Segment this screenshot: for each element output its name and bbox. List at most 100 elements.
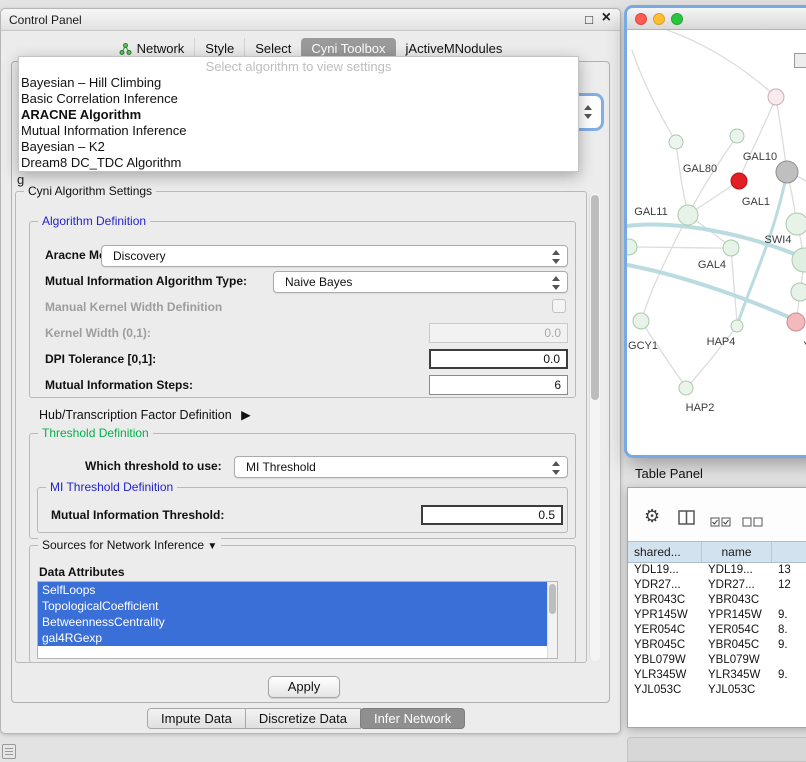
table-row[interactable]: YBL079WYBL079W [628, 653, 806, 668]
data-attribute-item[interactable]: BetweennessCentrality [38, 614, 557, 630]
algorithm-option[interactable]: Bayesian – K2 [19, 139, 578, 155]
hub-definition-toggle[interactable]: Hub/Transcription Factor Definition ▶ [39, 407, 251, 422]
data-attribute-item[interactable]: TopologicalCoefficient [38, 598, 557, 614]
network-window-titlebar[interactable] [627, 8, 806, 30]
table-row[interactable]: YJL053CYJL053C [628, 683, 806, 698]
network-node[interactable] [669, 135, 683, 149]
table-cell [772, 683, 806, 698]
algorithm-option[interactable]: Mutual Information Inference [19, 123, 578, 139]
float-window-icon[interactable]: □ [585, 12, 593, 27]
column-header[interactable]: name [702, 542, 772, 562]
table-cell: YBR045C [702, 638, 772, 653]
aracne-mode-combobox[interactable]: Discovery [101, 245, 568, 267]
table-panel-window: ⚙ shared...name YDL19...YDL19...13YDR27.… [627, 487, 806, 728]
network-node[interactable] [786, 213, 806, 235]
data-attribute-item[interactable]: gal4RGexp [38, 630, 557, 646]
table-cell: YDR27... [702, 578, 772, 593]
table-row[interactable]: YLR345WYLR345W9. [628, 668, 806, 683]
minimize-traffic-light[interactable] [653, 13, 665, 25]
network-node-label: HAP2 [686, 402, 715, 414]
network-node[interactable] [791, 283, 806, 301]
network-view-window: GAL80GAL10GAL11GAL1SWI4GAL4GCY1HAP4HAP2Y [627, 8, 806, 455]
table-cell: YPR145W [628, 608, 702, 623]
algorithm-option[interactable]: Basic Correlation Inference [19, 91, 578, 107]
network-edge[interactable] [641, 321, 683, 383]
network-edge[interactable] [629, 247, 723, 248]
algorithm-option[interactable]: Bayesian – Hill Climbing [19, 75, 578, 91]
combo-arrows-icon [552, 461, 560, 475]
show-columns-icon[interactable] [678, 510, 695, 530]
data-attribute-item[interactable]: SelfLoops [38, 582, 557, 598]
which-threshold-combobox[interactable]: MI Threshold [234, 456, 568, 478]
kernel-width-field[interactable]: 0.0 [429, 323, 568, 343]
algorithm-option[interactable]: Dream8 DC_TDC Algorithm [19, 155, 578, 171]
network-edge[interactable] [643, 215, 688, 316]
network-edge[interactable] [632, 50, 676, 142]
network-node[interactable] [633, 313, 649, 329]
network-canvas-area[interactable]: GAL80GAL10GAL11GAL1SWI4GAL4GCY1HAP4HAP2Y [627, 30, 806, 455]
mi-algorithm-type-label: Mutual Information Algorithm Type: [45, 274, 247, 288]
network-edge[interactable] [690, 326, 737, 384]
tab-impute-data[interactable]: Impute Data [147, 708, 246, 729]
network-node[interactable] [678, 205, 698, 225]
network-node[interactable] [627, 239, 637, 255]
network-node[interactable] [792, 248, 806, 272]
minimized-panel-icon[interactable] [2, 744, 16, 759]
table-toolbar: ⚙ [628, 488, 806, 540]
table-cell: YJL053C [702, 683, 772, 698]
network-node[interactable] [776, 161, 798, 183]
network-canvas[interactable]: GAL80GAL10GAL11GAL1SWI4GAL4GCY1HAP4HAP2Y [627, 30, 806, 455]
scrollbar-thumb[interactable] [549, 584, 556, 614]
column-header[interactable] [772, 542, 806, 562]
network-node[interactable] [679, 381, 693, 395]
network-node-label: GCY1 [628, 340, 658, 352]
group-title: MI Threshold Definition [46, 480, 177, 494]
dpi-tolerance-field[interactable]: 0.0 [429, 349, 568, 369]
table-row[interactable]: YBR045CYBR045C9. [628, 638, 806, 653]
network-node-label: HAP4 [707, 336, 736, 348]
mi-threshold-field[interactable]: 0.5 [421, 505, 563, 525]
table-cell: YDL19... [628, 563, 702, 578]
deselect-all-columns-icon[interactable] [742, 514, 763, 532]
network-edge[interactable] [776, 97, 786, 166]
table-row[interactable]: YPR145WYPR145W9. [628, 608, 806, 623]
apply-button[interactable]: Apply [268, 676, 340, 698]
network-node[interactable] [730, 129, 744, 143]
table-cell: 13 [772, 563, 806, 578]
tab-label: jActiveMNodules [406, 41, 503, 56]
close-icon[interactable]: × [602, 9, 611, 27]
network-edge[interactable] [676, 142, 687, 210]
sources-toggle[interactable]: Sources for Network Inference ▼ [38, 538, 221, 552]
table-cell [772, 653, 806, 668]
network-edge[interactable] [667, 30, 776, 97]
column-header[interactable]: shared... [628, 542, 702, 562]
overview-toggle[interactable] [794, 53, 806, 68]
table-row[interactable]: YBR043CYBR043C [628, 593, 806, 608]
table-row[interactable]: YDR27...YDR27...12 [628, 578, 806, 593]
table-cell [772, 593, 806, 608]
algorithm-option[interactable]: ARACNE Algorithm [19, 107, 578, 123]
tab-discretize-data[interactable]: Discretize Data [245, 708, 361, 729]
algorithm-dropdown-options: Bayesian – Hill ClimbingBasic Correlatio… [19, 75, 578, 171]
network-node[interactable] [768, 89, 784, 105]
manual-kernel-width-checkbox[interactable] [552, 299, 566, 313]
network-node[interactable] [723, 240, 739, 256]
table-row[interactable]: YDL19...YDL19...13 [628, 563, 806, 578]
mi-steps-field[interactable]: 6 [429, 375, 568, 395]
zoom-traffic-light[interactable] [671, 13, 683, 25]
network-node[interactable] [731, 173, 747, 189]
close-traffic-light[interactable] [635, 13, 647, 25]
network-edge[interactable] [740, 97, 776, 178]
mi-algorithm-type-combobox[interactable]: Naive Bayes [273, 271, 568, 293]
settings-scrollbar[interactable] [589, 193, 600, 661]
network-edge[interactable] [731, 248, 737, 321]
list-scrollbar[interactable] [547, 582, 557, 658]
control-panel-titlebar[interactable]: Control Panel □ × [1, 9, 620, 31]
tab-infer-network[interactable]: Infer Network [360, 708, 465, 729]
table-row[interactable]: YER054CYER054C8. [628, 623, 806, 638]
network-node[interactable] [787, 313, 805, 331]
scrollbar-thumb[interactable] [591, 195, 599, 400]
network-node[interactable] [731, 320, 743, 332]
select-all-columns-icon[interactable] [710, 514, 731, 532]
gear-icon[interactable]: ⚙ [644, 506, 660, 527]
